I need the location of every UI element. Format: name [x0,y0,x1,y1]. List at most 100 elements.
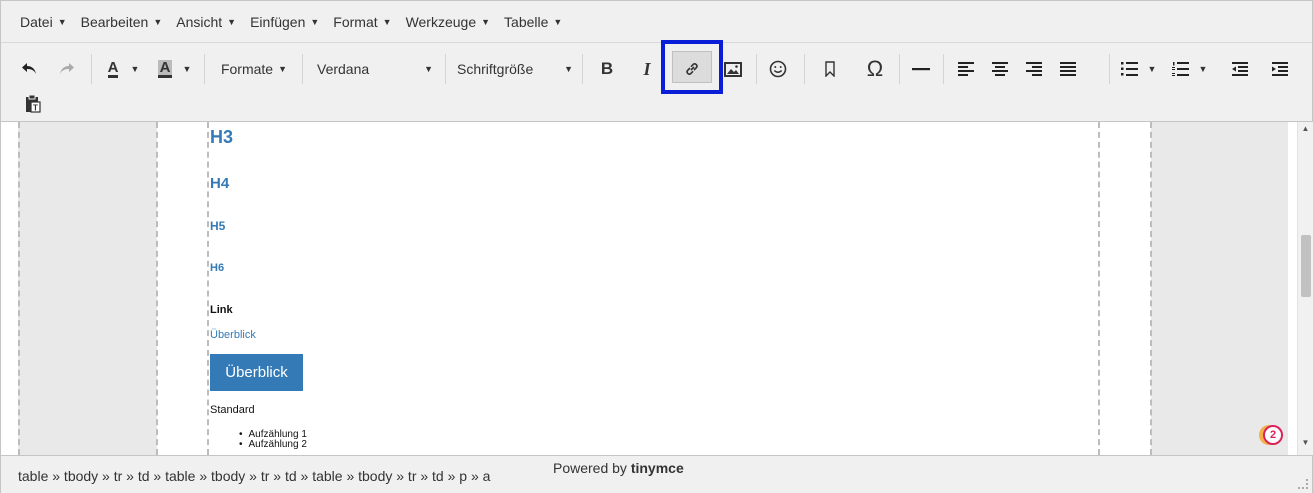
toolbar-separator [91,54,92,84]
align-justify-button[interactable] [1053,52,1083,86]
menu-label: Werkzeuge [405,13,477,30]
caret-down-icon: ▼ [481,16,491,27]
toolbar-separator [1109,54,1110,84]
menu-einfuegen[interactable]: Einfügen ▼ [243,7,326,37]
scroll-up-arrow-icon[interactable]: ▲ [1298,124,1313,136]
table-border [1150,122,1152,455]
font-family-select[interactable]: Verdana ▼ [309,52,441,86]
toolbar-separator [943,54,944,84]
toolbar-row: A ▼ A ▼ Formate ▼ Verdana ▼ Schriftgröße ▼ [1,48,1312,88]
menu-werkzeuge[interactable]: Werkzeuge ▼ [399,7,497,37]
powered-by[interactable]: Powered by tinymce [553,460,684,476]
toolbar-separator [445,54,446,84]
statusbar: table » tbody » tr » td » table » tbody … [1,455,1312,493]
list-item: Aufzählung 2 [239,440,307,450]
align-left-button[interactable] [951,52,981,86]
align-justify-icon [1060,62,1076,76]
italic-button[interactable]: I [633,52,661,86]
powered-by-brand: tinymce [630,460,684,476]
heading-h4: H4 [210,175,230,192]
text-color-dropdown[interactable]: ▼ [127,52,143,86]
caret-down-icon: ▼ [278,64,288,74]
redo-icon [60,63,74,74]
highlight-box [661,40,723,94]
toolbar-separator [756,54,757,84]
text-color-button[interactable]: A [99,52,127,86]
align-right-icon [1026,62,1042,76]
background-color-icon: A [157,59,173,78]
menu-tabelle[interactable]: Tabelle ▼ [497,7,569,37]
align-center-button[interactable] [985,52,1015,86]
align-right-button[interactable] [1019,52,1049,86]
editor-content-area[interactable]: H3 H4 H5 H6 Link Überblick Überblick Sta… [1,122,1297,455]
heading-h5: H5 [210,219,226,233]
numbered-list-dropdown[interactable]: ▼ [1195,52,1211,86]
special-character-button[interactable]: Ω [859,52,891,86]
paste-as-text-button[interactable]: T [19,87,47,121]
resize-handle-icon[interactable] [1298,479,1308,489]
bold-button[interactable]: B [593,52,621,86]
caret-down-icon: ▼ [227,16,237,27]
menu-datei[interactable]: Datei ▼ [13,7,74,37]
smiley-icon [769,60,787,78]
caret-down-icon: ▼ [153,16,163,27]
numbered-list-icon [1171,62,1189,76]
caret-down-icon: ▼ [1147,64,1157,74]
italic-icon: I [643,58,651,79]
content-button-link[interactable]: Überblick [210,354,303,391]
emoticons-button[interactable] [763,52,793,86]
formats-label: Formate [220,61,274,77]
toolbar-separator [302,54,303,84]
menu-label: Einfügen [250,13,306,30]
caret-down-icon: ▼ [182,64,192,74]
font-size-label: Schriftgröße [457,61,534,77]
vertical-scrollbar[interactable]: ▲ ▼ [1297,122,1313,455]
toolbar-separator [899,54,900,84]
menu-label: Format [333,13,378,30]
bullet-list-dropdown[interactable]: ▼ [1144,52,1160,86]
bullet-list-button[interactable] [1114,52,1144,86]
align-center-icon [992,62,1008,76]
numbered-list-button[interactable] [1165,52,1195,86]
insert-image-button[interactable] [719,52,747,86]
toolbar-separator [804,54,805,84]
menu-format[interactable]: Format ▼ [326,7,398,37]
table-border [1098,122,1100,455]
outdent-button[interactable] [1225,52,1255,86]
standard-label: Standard [210,404,255,416]
font-family-value: Verdana [317,61,370,77]
menu-bearbeiten[interactable]: Bearbeiten ▼ [74,7,170,37]
table-cell-left [18,122,157,455]
text-color-icon: A [107,59,119,78]
content-link[interactable]: Überblick [210,329,256,341]
menubar: Datei ▼ Bearbeiten ▼ Ansicht ▼ Einfügen ▼ Fo… [1,1,1312,43]
formats-dropdown[interactable]: Formate ▼ [211,52,297,86]
bullet-list-icon [1120,62,1138,76]
image-icon [724,61,742,77]
scrollbar-thumb[interactable] [1301,235,1311,297]
background-color-dropdown[interactable]: ▼ [179,52,195,86]
svg-text:T: T [33,104,38,113]
caret-down-icon: ▼ [424,64,433,74]
horizontal-rule-button[interactable] [905,52,937,86]
omega-icon: Ω [866,56,884,81]
background-color-button[interactable]: A [151,52,179,86]
redo-button[interactable] [53,52,81,86]
link-heading: Link [210,304,233,316]
caret-down-icon: ▼ [382,16,392,27]
font-size-select[interactable]: Schriftgröße ▼ [451,52,579,86]
menu-label: Datei [20,13,53,30]
caret-down-icon: ▼ [130,64,140,74]
notification-badge[interactable]: 2 [1263,425,1283,445]
indent-button[interactable] [1265,52,1295,86]
menu-ansicht[interactable]: Ansicht ▼ [169,7,243,37]
heading-h3: H3 [210,127,234,147]
undo-button[interactable] [15,52,43,86]
table-border [18,122,20,455]
element-path[interactable]: table » tbody » tr » td » table » tbody … [18,468,490,484]
table-border [207,122,209,455]
scroll-down-arrow-icon[interactable]: ▼ [1298,438,1313,450]
caret-down-icon: ▼ [1198,64,1208,74]
toolbar: A ▼ A ▼ Formate ▼ Verdana ▼ Schriftgröße ▼ [1,44,1312,122]
anchor-button[interactable] [816,52,844,86]
